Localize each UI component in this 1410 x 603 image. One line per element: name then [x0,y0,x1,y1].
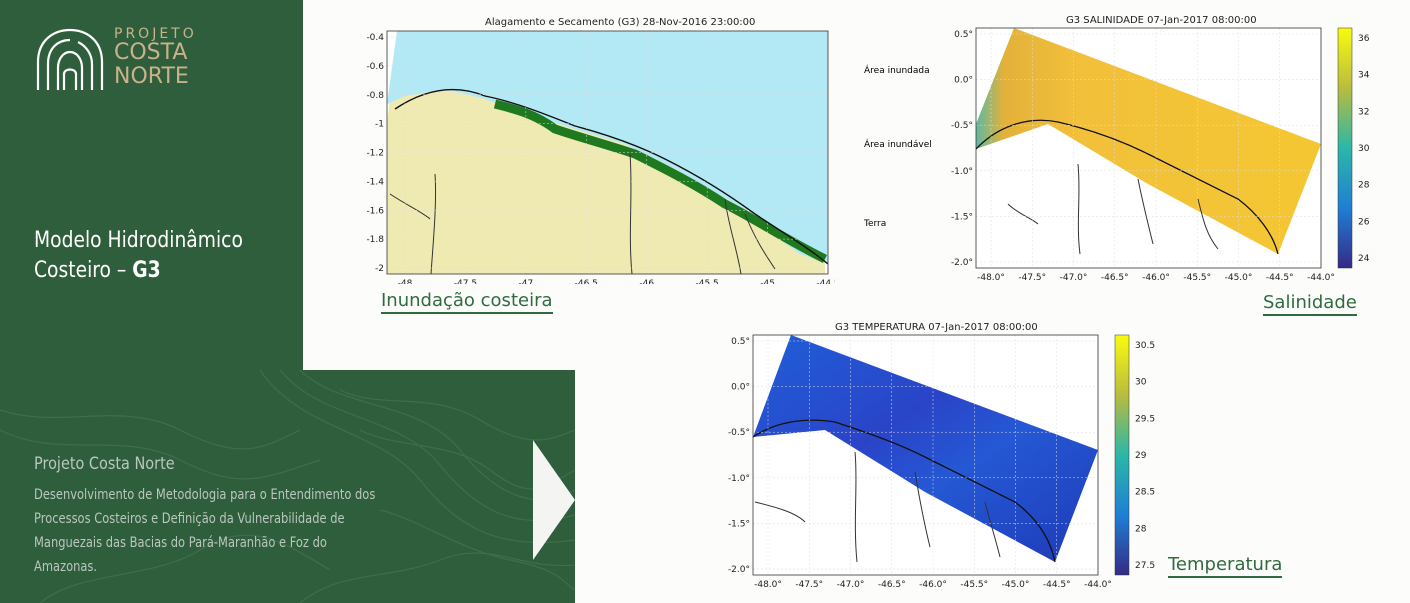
x-tick-label: -45.0° [1002,580,1030,590]
colorbar-tick-label: 34 [1358,71,1370,81]
x-tick-label: -45.0° [1225,273,1253,283]
colorbar-tick-label: 30 [1358,144,1370,154]
colorbar-tick-label: 29.5 [1135,414,1155,424]
salinity-colorbar [1337,27,1353,269]
y-tick-label: 0.5° [731,337,750,347]
salinity-colorbar-ticks: 36 34 32 30 28 26 24 [1358,34,1370,264]
y-tick-label: -2.0° [728,565,750,575]
y-tick-label: 0.5° [954,30,973,40]
y-tick-label: -1.4 [366,177,384,187]
x-tick-label: -47.5° [1018,273,1046,283]
y-tick-label: -0.5° [728,428,750,438]
x-tick-label: -48.0° [754,580,782,590]
caption-flood: Inundação costeira [381,290,553,314]
y-tick-label: -0.8 [366,91,384,101]
y-tick-label: -2 [375,264,384,274]
notch-arrow [533,440,575,560]
x-tick-label: -47.5 [454,279,477,284]
page-title-bold: G3 [132,258,161,283]
y-tick-label: -0.6 [366,62,384,72]
flood-x-ticks: -48 -47.5 -47 -46.5 -46 -45.5 -45 -44.5 [398,279,835,284]
flood-y-ticks: -0.4 -0.6 -0.8 -1 -1.2 -1.4 -1.6 -1.8 -2 [366,33,384,274]
colorbar-tick-label: 27.5 [1135,561,1155,571]
y-tick-label: 0.0° [731,383,750,393]
temperature-colorbar [1114,334,1130,576]
y-tick-label: -1.5° [728,519,750,529]
page-title-line-2: Costeiro – G3 [34,256,243,286]
x-tick-label: -44.0° [1307,273,1335,283]
logo-line-2: NORTE [114,64,189,89]
caption-temperature: Temperatura [1168,554,1283,578]
salinity-x-ticks: -48.0° -47.5° -47.0° -46.5° -46.0° -45.5° -45.… [977,273,1335,283]
temperature-y-ticks: 0.5° 0.0° -0.5° -1.0° -1.5° -2.0° [728,337,750,575]
y-tick-label: -2.0° [951,258,973,268]
x-tick-label: -47.0° [1060,273,1088,283]
flood-chart: Alagamento e Secamento (G3) 28-Nov-2016 … [345,14,931,284]
x-tick-label: -47 [519,279,534,284]
temperature-colorbar-ticks: 30.5 30 29.5 29 28.5 28 27.5 [1135,341,1155,571]
logo-line-1: COSTA [114,40,188,65]
description-heading: Projeto Costa Norte [34,454,175,474]
x-tick-label: -46.5° [878,580,906,590]
caption-salinity: Salinidade [1263,292,1357,316]
x-tick-label: -45.5 [695,279,718,284]
x-tick-label: -44.5° [1266,273,1294,283]
y-tick-label: -1.8 [366,235,384,245]
colorbar-tick-label: 30 [1135,378,1147,388]
salinity-y-ticks: 0.5° 0.0° -0.5° -1.0° -1.5° -2.0° [951,30,973,268]
colorbar-tick-label: 28 [1358,181,1370,191]
y-tick-label: -0.4 [366,33,384,43]
x-tick-label: -46.0° [1142,273,1170,283]
colorbar-tick-label: 28.5 [1135,488,1155,498]
colorbar-tick-label: 29 [1135,451,1147,461]
salinity-chart-plot: -48.0° -47.5° -47.0° -46.5° -46.0° -45.5° -45.… [951,27,1370,283]
x-tick-label: -46 [639,279,654,284]
x-tick-label: -45.5° [1183,273,1211,283]
y-tick-label: -1 [375,120,384,130]
y-tick-label: -1.2 [366,149,384,159]
page-title-prefix: Costeiro – [34,258,133,283]
x-tick-label: -48 [398,279,413,284]
flood-chart-plot: -48-47.5-47-46.5-46-45.5-45-44.5 -0.4-0.… [366,30,835,284]
x-tick-label: -44.0° [1084,580,1112,590]
temperature-chart: G3 TEMPERATURA 07-Jan-2017 08:00:00 -48.… [725,322,1155,592]
x-tick-label: -46.5° [1101,273,1129,283]
colorbar-tick-label: 24 [1358,254,1370,264]
x-tick-label: -45.5° [960,580,988,590]
x-tick-label: -47.5° [795,580,823,590]
temperature-x-ticks: -48.0° -47.5° -47.0° -46.5° -46.0° -45.5° -45.… [754,580,1112,590]
temperature-chart-plot: -48.0° -47.5° -47.0° -46.5° -46.0° -45.5° -45.… [728,334,1155,590]
logo-mark-icon [36,28,104,90]
y-tick-label: 0.0° [954,76,973,86]
logo-text-main: COSTA NORTE [114,41,189,89]
x-tick-label: -45 [760,279,775,284]
flood-legend-floodable: Área inundável [864,140,932,150]
x-tick-label: -44.5 [816,279,835,284]
page-title: Modelo Hidrodinâmico Costeiro – G3 [34,226,243,286]
flood-legend-land: Terra [864,219,887,229]
x-tick-label: -46.0° [919,580,947,590]
y-tick-label: -1.0° [951,167,973,177]
y-tick-label: -0.5° [951,121,973,131]
y-tick-label: -1.6 [366,206,384,216]
x-tick-label: -44.5° [1043,580,1071,590]
flood-legend-flooded: Área inundada [864,66,930,76]
y-tick-label: -1.0° [728,474,750,484]
x-tick-label: -47.0° [837,580,865,590]
colorbar-tick-label: 32 [1358,107,1369,117]
colorbar-tick-label: 36 [1358,34,1370,44]
colorbar-tick-label: 26 [1358,217,1370,227]
x-tick-label: -46.5 [575,279,598,284]
logo: PROJETO COSTA NORTE [34,26,214,98]
colorbar-tick-label: 30.5 [1135,341,1155,351]
salinity-chart: G3 SALINIDADE 07-Jan-2017 08:00:00 -48.0… [948,14,1378,284]
page-title-line-1: Modelo Hidrodinâmico [34,228,243,253]
y-tick-label: -1.5° [951,212,973,222]
description-text: Desenvolvimento de Metodologia para o En… [34,487,376,575]
colorbar-tick-label: 28 [1135,524,1147,534]
x-tick-label: -48.0° [977,273,1005,283]
